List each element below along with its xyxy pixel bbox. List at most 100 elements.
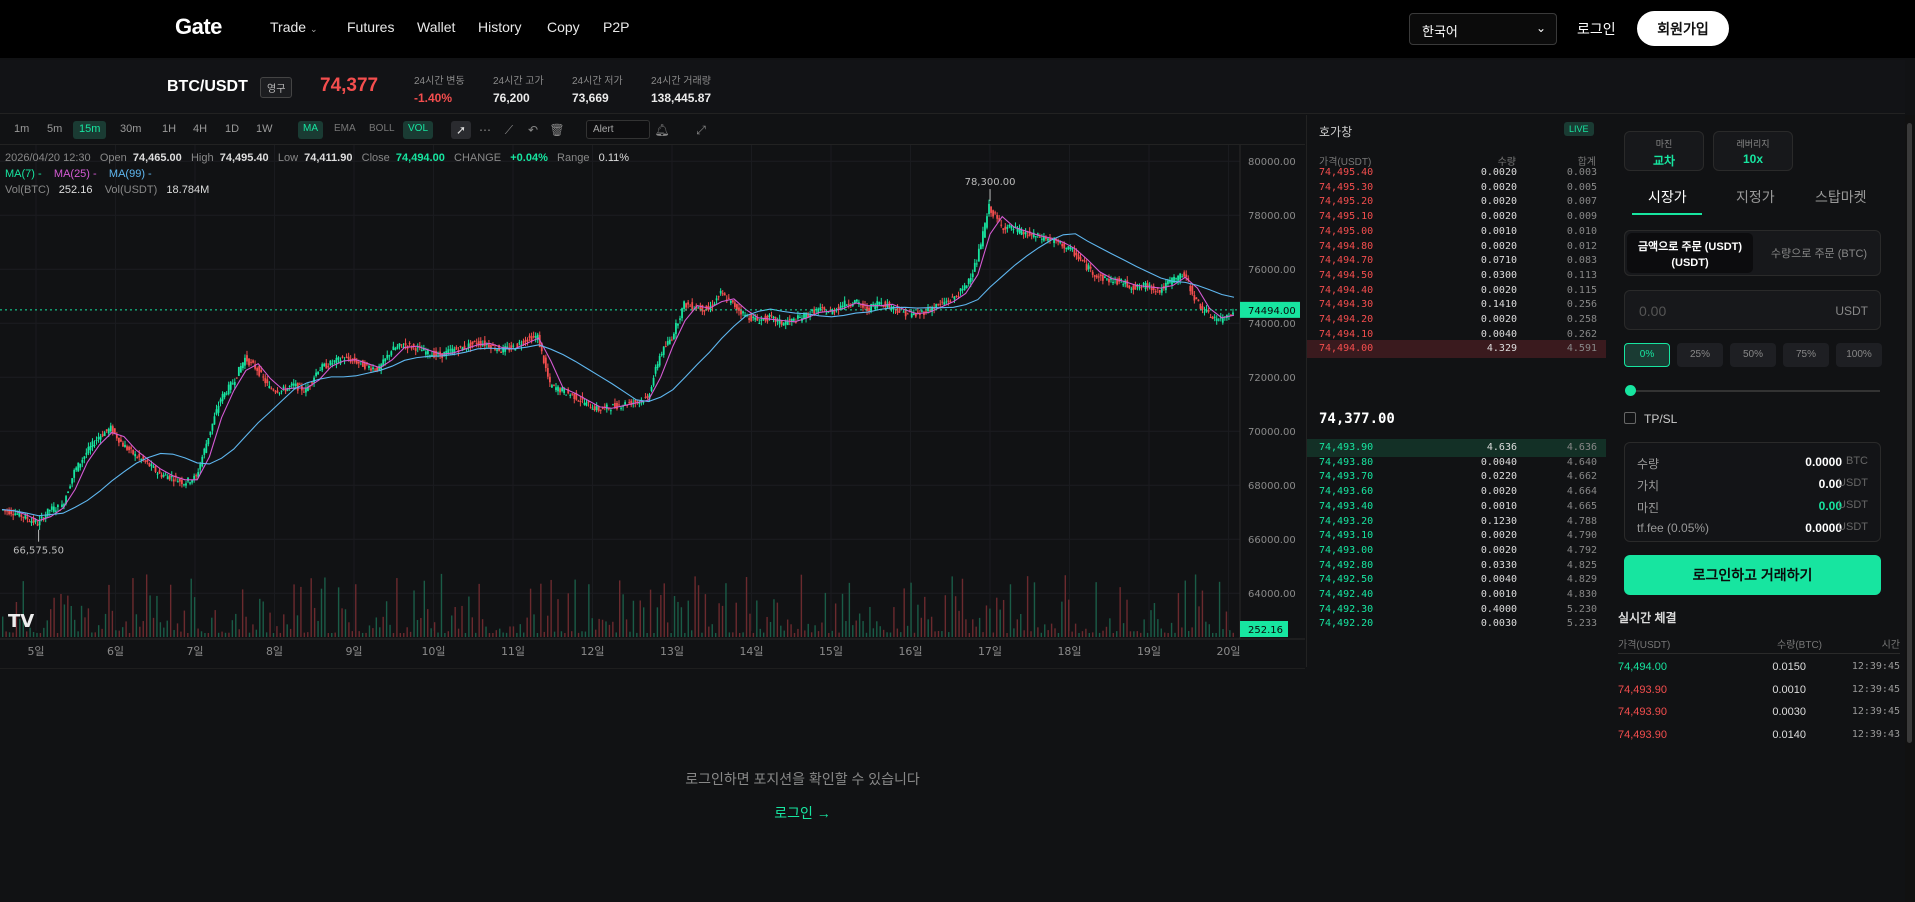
dots-tool-icon[interactable]: ⋯ <box>475 121 495 139</box>
candle-body <box>1022 232 1025 234</box>
fullscreen-icon[interactable]: ⤢ <box>691 121 711 139</box>
ask-price: 74,495.20 <box>1319 196 1374 208</box>
cursor-tool-icon[interactable]: ➚ <box>451 121 471 139</box>
percent-25[interactable]: 25% <box>1677 343 1723 367</box>
volume-bar <box>762 632 765 637</box>
nav-futures[interactable]: Futures <box>347 19 394 35</box>
volume-bar <box>1232 632 1234 637</box>
volume-bar <box>1009 584 1012 637</box>
summary-key: tf.fee (0.05%) <box>1637 521 1710 535</box>
timeframe-1h[interactable]: 1H <box>156 121 182 139</box>
alert-input[interactable]: Alert <box>586 120 650 139</box>
indicator-boll[interactable]: BOLL <box>364 121 400 139</box>
volume-bar <box>159 622 162 637</box>
nav-history[interactable]: History <box>478 19 522 35</box>
amount-input[interactable]: 0.00 USDT <box>1624 290 1881 330</box>
candle-body <box>105 429 108 432</box>
candle-body <box>276 390 279 393</box>
candle-body <box>357 361 360 364</box>
ask-qty: 0.0020 <box>1480 196 1517 208</box>
candle-body <box>347 356 350 360</box>
candle-body <box>760 319 763 322</box>
slider-handle[interactable] <box>1625 385 1636 396</box>
amount-unit: USDT <box>1835 304 1868 318</box>
timeframe-15m[interactable]: 15m <box>73 121 107 139</box>
timeframe-5m[interactable]: 5m <box>41 121 68 139</box>
percent-50[interactable]: 50% <box>1730 343 1776 367</box>
candle-body <box>223 392 226 398</box>
volume-bar <box>817 631 820 637</box>
line-tool-icon[interactable]: ⟋ <box>499 121 519 139</box>
amount-slider[interactable] <box>1630 390 1880 392</box>
pair-name[interactable]: BTC/USDT <box>167 78 248 96</box>
tab-limit[interactable]: 지정가 <box>1736 187 1775 207</box>
bell-icon[interactable]: 🔔︎ <box>652 121 672 139</box>
order-mode-toggle: 금액으로 주문 (USDT) (USDT) 수량으로 주문 (BTC) <box>1624 230 1881 276</box>
candle-body <box>374 369 376 371</box>
volume-bar <box>163 627 165 637</box>
candle-body <box>1175 278 1177 280</box>
trade-row: 74,493.90 0.0030 12:39:45 <box>1618 704 1900 722</box>
volume-bar <box>577 632 580 637</box>
ask-price: 74,495.30 <box>1319 181 1374 193</box>
candle-body <box>563 389 566 394</box>
trash-icon[interactable]: 🗑 <box>547 121 567 139</box>
timeframe-1m[interactable]: 1m <box>8 121 35 139</box>
language-select[interactable]: 한국어 ⌄ <box>1409 13 1557 45</box>
bid-qty: 0.0040 <box>1480 574 1517 586</box>
current-price-label: 74494.00 <box>1248 306 1296 317</box>
candle-body <box>727 297 730 299</box>
volume-bar <box>810 632 813 637</box>
indicator-ema[interactable]: EMA <box>329 121 361 139</box>
candle-body <box>107 428 110 434</box>
candle-body <box>311 382 313 384</box>
timeframe-30m[interactable]: 30m <box>114 121 147 139</box>
candle-body <box>792 318 795 321</box>
volume-bar <box>1098 632 1101 637</box>
positions-login-link[interactable]: 로그인 → <box>0 803 1605 823</box>
ask-row[interactable]: 74,494.00 4.329 4.591 <box>1307 340 1607 359</box>
timeframe-1w[interactable]: 1W <box>250 121 279 139</box>
volume-bar <box>601 619 604 637</box>
mode-by-quantity[interactable]: 수량으로 주문 (BTC) <box>1759 245 1879 261</box>
scrollbar-thumb[interactable] <box>1907 123 1912 743</box>
tpsl-checkbox[interactable] <box>1624 412 1636 424</box>
trade-time: 12:39:43 <box>1851 728 1900 740</box>
candle-body <box>209 431 212 436</box>
price-chart[interactable]: 80000.00 78000.00 76000.00 74000.00 72000.00… <box>0 145 1305 667</box>
tab-market[interactable]: 시장가 <box>1648 187 1687 207</box>
candle-body <box>1034 236 1037 238</box>
candle-body <box>154 466 157 472</box>
indicator-ma[interactable]: MA <box>298 121 323 139</box>
timeframe-4h[interactable]: 4H <box>187 121 213 139</box>
percent-75[interactable]: 75% <box>1783 343 1829 367</box>
nav-trade[interactable]: Trade ⌄ <box>270 19 318 35</box>
tab-stop-market[interactable]: 스탑마켓 <box>1815 187 1867 207</box>
gate-logo[interactable]: Gate <box>175 14 222 40</box>
volume-bar <box>303 632 306 637</box>
login-link[interactable]: 로그인 <box>1577 19 1616 39</box>
undo-icon[interactable]: ↶ <box>523 121 543 139</box>
volume-bar <box>1153 603 1156 637</box>
signup-button[interactable]: 회원가입 <box>1637 11 1729 46</box>
page-scrollbar[interactable] <box>1905 115 1915 902</box>
volume-bar <box>451 615 453 637</box>
bid-price: 74,492.30 <box>1319 603 1374 615</box>
bid-row[interactable]: 74,492.20 0.0030 5.233 <box>1307 615 1607 633</box>
nav-p2p[interactable]: P2P <box>603 19 629 35</box>
percent-100[interactable]: 100% <box>1836 343 1882 367</box>
indicator-vol[interactable]: VOL <box>403 121 434 139</box>
orderbook-title: 호가창 <box>1319 125 1353 139</box>
candle-body <box>768 314 771 318</box>
candle-body <box>1106 278 1108 280</box>
nav-copy[interactable]: Copy <box>547 19 580 35</box>
mode-by-amount[interactable]: 금액으로 주문 (USDT) (USDT) <box>1627 233 1753 273</box>
volume-bar <box>46 620 48 637</box>
nav-wallet[interactable]: Wallet <box>417 19 455 35</box>
margin-mode-button[interactable]: 마진 교차 <box>1624 131 1704 171</box>
percent-0[interactable]: 0% <box>1624 343 1670 367</box>
timeframe-1d[interactable]: 1D <box>219 121 245 139</box>
login-to-trade-button[interactable]: 로그인하고 거래하기 <box>1624 555 1881 595</box>
y-tick-label: 68000.00 <box>1248 481 1296 492</box>
leverage-button[interactable]: 레버리지 10x <box>1713 131 1793 171</box>
